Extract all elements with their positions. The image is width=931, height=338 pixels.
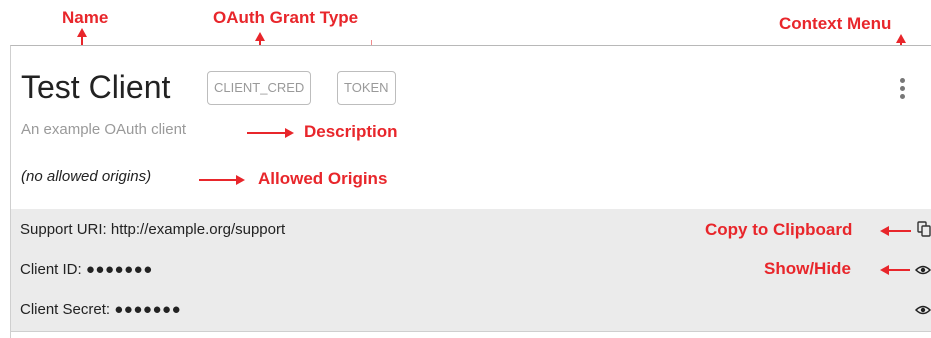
annotation-context-menu: Context Menu: [779, 14, 892, 33]
kebab-menu-icon[interactable]: [898, 78, 906, 102]
grant-badge-token: TOKEN: [337, 71, 396, 105]
client-id-value: ●●●●●●●: [85, 261, 153, 278]
annotation-grant-type: OAuth Grant Type: [213, 8, 359, 27]
client-secret-value: ●●●●●●●: [114, 301, 182, 318]
annotation-description-line: [247, 132, 287, 134]
annotation-menu-arrowhead: [896, 34, 906, 43]
grant-badge-client-cred: CLIENT_CRED: [207, 71, 312, 105]
client-id-label: Client ID:: [20, 261, 82, 278]
eye-icon[interactable]: [915, 264, 931, 276]
details-bottom-border: [11, 331, 931, 332]
eye-icon-secret[interactable]: [915, 304, 931, 316]
annotation-name-arrowhead: [77, 28, 87, 37]
allowed-origins: (no allowed origins): [21, 168, 152, 185]
annotation-copy-line: [888, 230, 911, 232]
annotation-origins-line: [199, 179, 237, 181]
client-name: Test Client: [21, 69, 171, 105]
annotation-show-line: [888, 269, 910, 271]
annotation-copy: Copy to Clipboard: [705, 220, 853, 239]
annotation-origins-arrowhead: [236, 175, 245, 185]
annotation-description-arrowhead: [285, 128, 294, 138]
support-uri-text: Support URI: http://example.org/support: [20, 221, 286, 238]
copy-icon[interactable]: [917, 221, 931, 237]
annotation-show-hide: Show/Hide: [764, 259, 851, 278]
client-secret-label: Client Secret:: [20, 301, 111, 318]
annotation-allowed-origins: Allowed Origins: [258, 169, 388, 188]
annotation-description: Description: [304, 122, 398, 141]
client-description: An example OAuth client: [21, 121, 187, 138]
annotation-grant-arrowhead: [255, 32, 265, 41]
client-secret-row: Client Secret: ●●●●●●●: [11, 292, 931, 328]
client-secret-group: Client Secret: ●●●●●●●: [20, 292, 181, 328]
annotation-name: Name: [62, 8, 109, 27]
client-id-group: Client ID: ●●●●●●●: [20, 252, 153, 288]
